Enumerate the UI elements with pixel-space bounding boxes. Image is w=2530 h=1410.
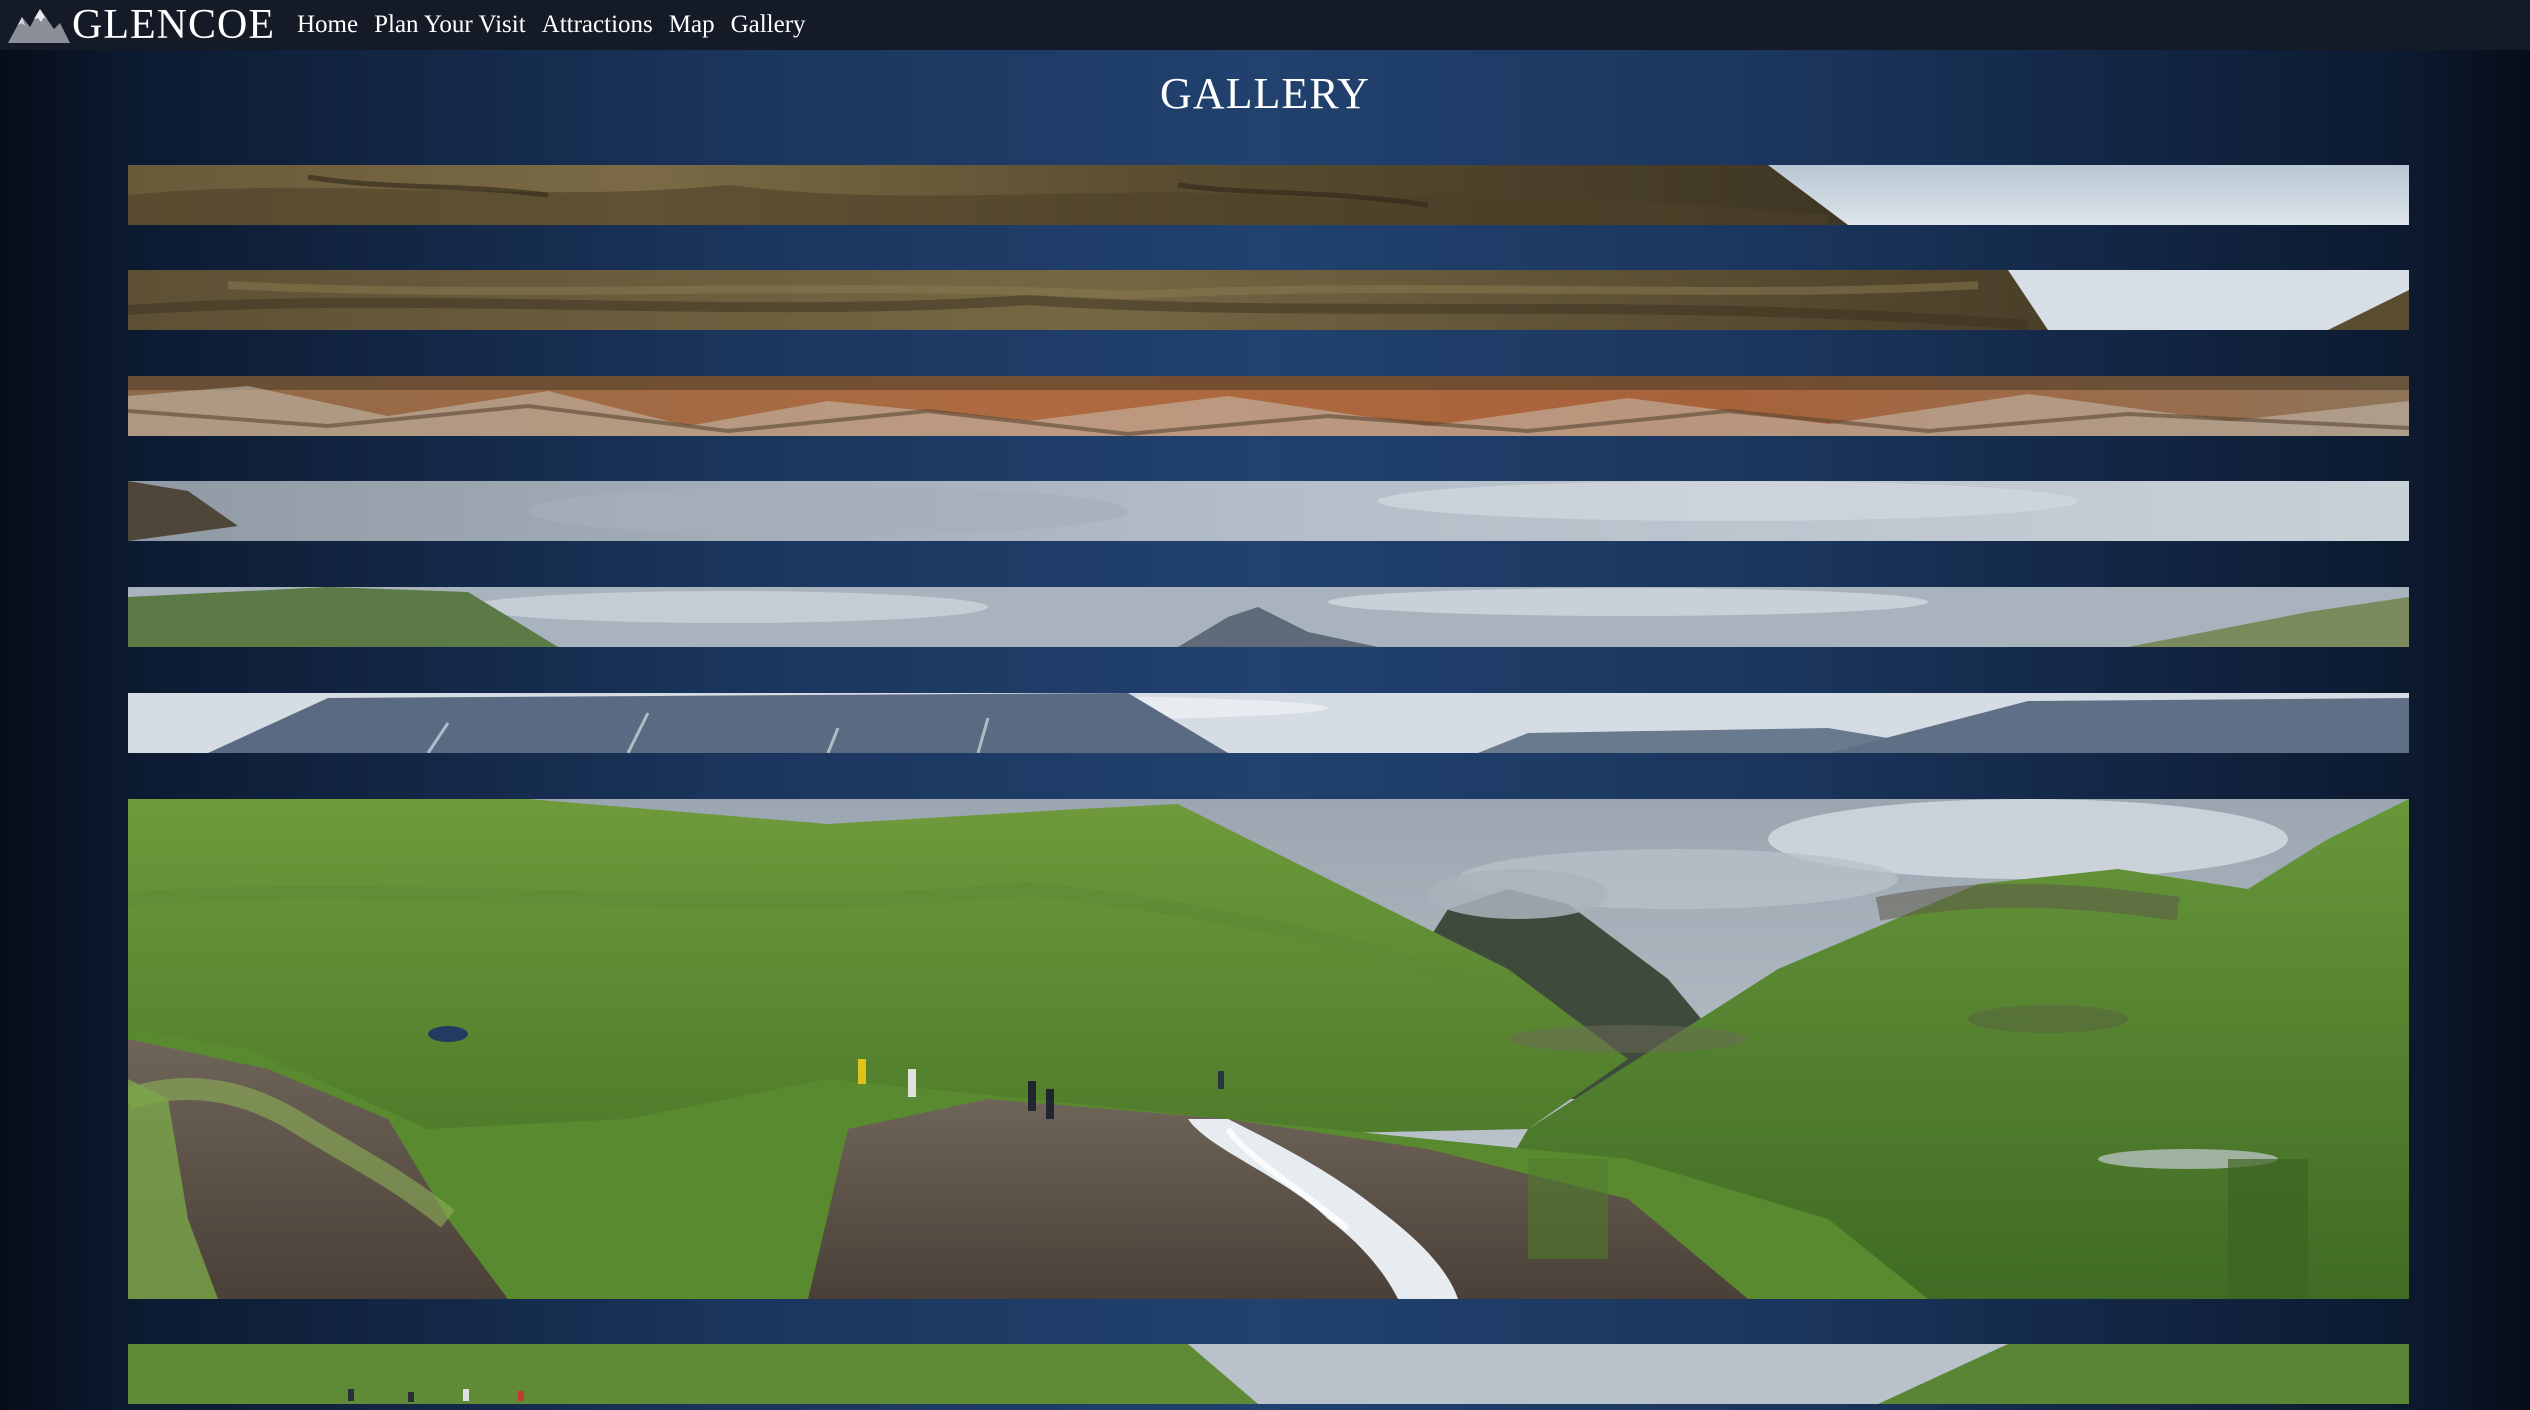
mountain-photo-image: [128, 376, 2409, 436]
top-navbar: GLENCOE Home Plan Your Visit Attractions…: [0, 0, 2530, 50]
brand-logo[interactable]: GLENCOE: [8, 0, 275, 50]
nav-link-plan-your-visit[interactable]: Plan Your Visit: [374, 0, 526, 50]
gallery-image-strip[interactable]: [128, 376, 2409, 436]
glencoe-waterfall-photo-image: [128, 799, 2409, 1299]
nav-link-home[interactable]: Home: [297, 0, 358, 50]
mountain-photo-image: [128, 481, 2409, 541]
gallery-image-strip[interactable]: [128, 481, 2409, 541]
nav-link-attractions[interactable]: Attractions: [542, 0, 653, 50]
gallery-image-main[interactable]: [128, 799, 2409, 1299]
mountain-photo-image: [128, 165, 2409, 225]
gallery-image-strip[interactable]: [128, 693, 2409, 753]
mountain-photo-image: [128, 270, 2409, 330]
gallery-image-strip[interactable]: [128, 270, 2409, 330]
page-title: GALLERY: [1160, 69, 1370, 118]
nav-link-gallery[interactable]: Gallery: [731, 0, 806, 50]
mountain-photo-image: [128, 1344, 2409, 1404]
gallery-image-strip[interactable]: [128, 587, 2409, 647]
nav-links: Home Plan Your Visit Attractions Map Gal…: [297, 0, 822, 50]
mountain-logo-icon: [8, 9, 70, 43]
mountain-photo-image: [128, 587, 2409, 647]
gallery-image-strip[interactable]: [128, 1344, 2409, 1404]
brand-name: GLENCOE: [72, 2, 275, 48]
mountain-photo-image: [128, 693, 2409, 753]
gallery-image-strip[interactable]: [128, 165, 2409, 225]
gallery-page: GALLERY: [0, 50, 2530, 1410]
nav-link-map[interactable]: Map: [669, 0, 715, 50]
